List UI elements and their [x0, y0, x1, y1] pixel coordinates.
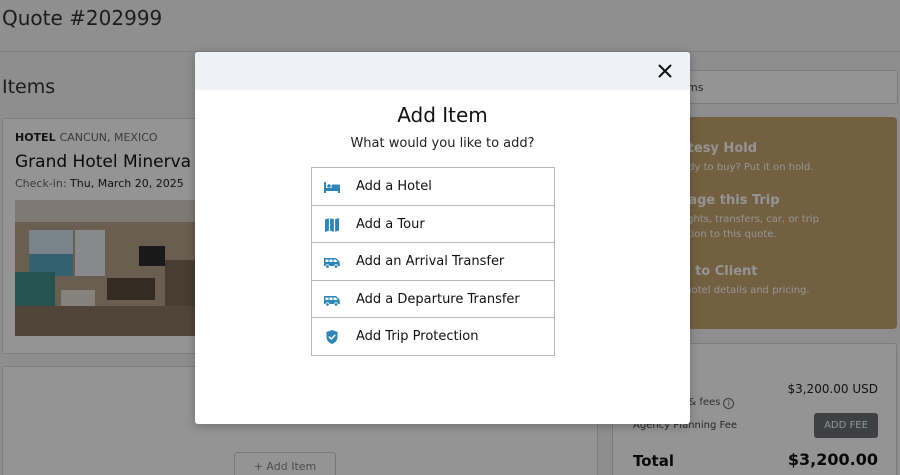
- map-icon: [323, 217, 341, 233]
- add-departure-transfer-option[interactable]: Add a Departure Transfer: [311, 279, 555, 319]
- option-label: Add a Tour: [356, 216, 425, 232]
- modal-header: [195, 52, 690, 90]
- add-item-options: Add a Hotel Add a Tour Add an Arrival Tr…: [311, 167, 555, 356]
- bed-icon: [323, 179, 341, 195]
- add-tour-option[interactable]: Add a Tour: [311, 204, 555, 244]
- add-item-modal: Add Item What would you like to add? Add…: [195, 52, 690, 424]
- add-arrival-transfer-option[interactable]: Add an Arrival Transfer: [311, 242, 555, 281]
- van-icon: [323, 292, 341, 308]
- option-label: Add Trip Protection: [356, 329, 479, 345]
- option-label: Add a Departure Transfer: [356, 291, 520, 307]
- modal-subtitle: What would you like to add?: [350, 136, 535, 151]
- modal-title: Add Item: [397, 103, 488, 127]
- close-button[interactable]: [657, 63, 673, 79]
- option-label: Add an Arrival Transfer: [356, 254, 505, 270]
- van-icon: [323, 254, 341, 270]
- add-trip-protection-option[interactable]: Add Trip Protection: [311, 317, 555, 356]
- add-hotel-option[interactable]: Add a Hotel: [311, 167, 555, 206]
- close-icon: [658, 64, 672, 78]
- shield-check-icon: [323, 329, 341, 345]
- option-label: Add a Hotel: [356, 179, 432, 194]
